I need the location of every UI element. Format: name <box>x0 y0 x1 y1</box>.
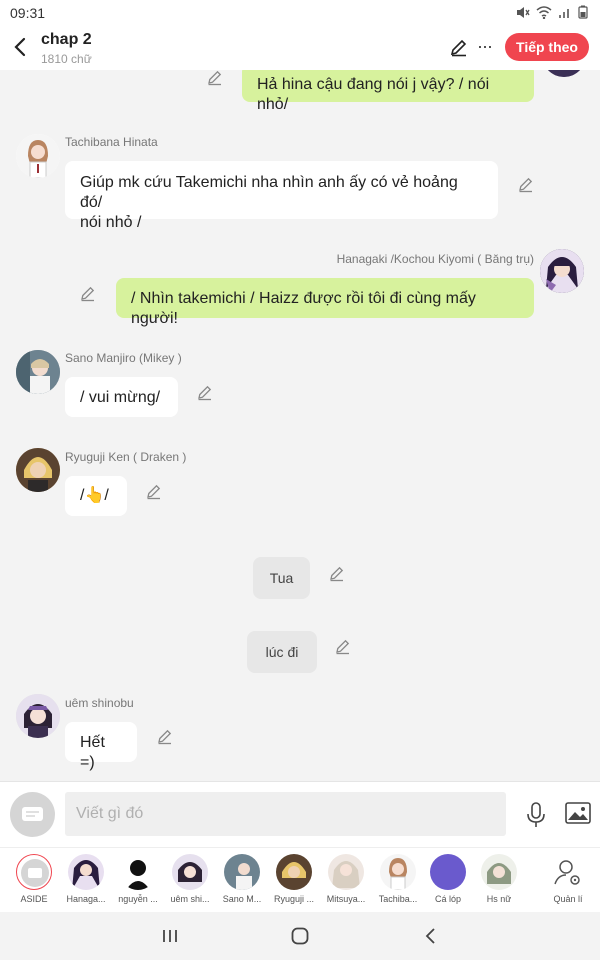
user-settings-icon <box>550 854 586 890</box>
character-avatar <box>276 854 312 890</box>
character-item[interactable]: nguyễn ... <box>111 854 165 904</box>
composer-bar <box>0 781 600 847</box>
message-bubble[interactable]: Giúp mk cứu Takemichi nha nhìn anh ấy có… <box>65 161 498 231</box>
character-item[interactable]: Ryuguji ... <box>267 854 321 904</box>
manage-characters-button[interactable]: Quản lí <box>541 854 595 904</box>
character-label: Mitsuya... <box>326 894 366 904</box>
aside-avatar <box>16 854 52 890</box>
character-avatar <box>120 854 156 890</box>
message-bubble[interactable]: / Nhìn takemichi / Haizz được rồi tôi đi… <box>116 278 534 327</box>
character-label: Sano M... <box>222 894 262 904</box>
status-time: 09:31 <box>10 5 46 21</box>
character-label: Tachiba... <box>378 894 418 904</box>
character-avatar <box>380 854 416 890</box>
character-avatar <box>224 854 260 890</box>
top-bar: chap 2 1810 chữ ··· Tiếp theo <box>0 24 600 70</box>
aside-text: lúc đi <box>265 644 299 660</box>
character-label: Hanaga... <box>66 894 106 904</box>
avatar-mikey[interactable] <box>16 350 60 394</box>
avatar-hanagaki[interactable] <box>540 249 584 293</box>
message-text: /👆/ <box>80 487 109 504</box>
character-label: Ryuguji ... <box>273 894 315 904</box>
image-icon[interactable] <box>565 802 591 824</box>
mute-icon <box>517 6 530 18</box>
word-count: 1810 chữ <box>41 52 92 66</box>
more-icon[interactable]: ··· <box>477 36 493 57</box>
character-label: uêm shi... <box>170 894 210 904</box>
aside-bubble[interactable]: lúc đi <box>247 631 317 673</box>
character-item[interactable]: Tachiba... <box>371 854 425 904</box>
avatar-shinobu[interactable] <box>16 694 60 738</box>
avatar-draken[interactable] <box>16 448 60 492</box>
battery-icon <box>578 5 588 19</box>
character-avatar <box>430 854 466 890</box>
pencil-icon[interactable] <box>79 284 97 302</box>
character-item[interactable]: Hs nữ <box>472 854 526 904</box>
pencil-icon[interactable] <box>334 637 352 655</box>
character-avatar <box>328 854 364 890</box>
chapter-title: chap 2 <box>41 31 92 48</box>
message-text: Hả hina cậu đang nói j vậy? / nói nhỏ/ <box>257 76 490 113</box>
home-icon[interactable] <box>289 925 311 947</box>
pencil-icon[interactable] <box>156 727 174 745</box>
character-label: Hs nữ <box>486 894 512 904</box>
character-item[interactable]: Hanaga... <box>59 854 113 904</box>
character-avatar <box>172 854 208 890</box>
status-icons <box>516 5 588 19</box>
pencil-icon[interactable] <box>206 70 224 86</box>
message-bubble[interactable]: Hết =) <box>65 722 137 771</box>
message-bubble[interactable]: Hả hina cậu đang nói j vậy? / nói nhỏ/ <box>242 70 534 113</box>
sender-name: Tachibana Hinata <box>65 135 158 149</box>
character-avatar <box>481 854 517 890</box>
character-label: ASIDE <box>20 894 48 904</box>
wifi-icon <box>536 5 552 19</box>
sender-name: uêm shinobu <box>65 696 134 710</box>
message-input[interactable] <box>65 792 506 836</box>
status-bar: 09:31 <box>0 0 600 24</box>
character-item[interactable]: Mitsuya... <box>319 854 373 904</box>
message-text: Hết =) <box>80 734 105 771</box>
message-bubble[interactable]: /👆/ <box>65 476 127 516</box>
back-nav-icon[interactable] <box>420 925 442 947</box>
character-label: Cá lóp <box>434 894 461 904</box>
character-avatar <box>68 854 104 890</box>
character-item[interactable]: uêm shi... <box>163 854 217 904</box>
character-item[interactable]: Cá lóp <box>421 854 475 904</box>
sender-name: Ryuguji Ken ( Draken ) <box>65 450 187 464</box>
character-label: nguyễn ... <box>118 894 158 904</box>
chevron-left-icon[interactable] <box>8 34 34 60</box>
character-item[interactable]: Sano M... <box>215 854 269 904</box>
pencil-icon[interactable] <box>196 383 214 401</box>
pencil-icon[interactable] <box>517 175 535 193</box>
pencil-icon[interactable] <box>145 482 163 500</box>
message-bubble[interactable]: / vui mừng/ <box>65 377 178 417</box>
pencil-icon[interactable] <box>449 37 469 57</box>
pencil-icon[interactable] <box>328 564 346 582</box>
sender-name: Hanagaki /Kochou Kiyomi ( Băng trụ) <box>336 252 534 266</box>
avatar-hanagaki-top[interactable] <box>542 70 586 77</box>
sender-name: Sano Manjiro (Mikey ) <box>65 351 182 365</box>
chat-bubble-icon <box>22 807 43 821</box>
message-text: nói nhỏ / <box>80 214 142 231</box>
aside-toggle-button[interactable] <box>10 792 55 837</box>
aside-text: Tua <box>269 570 294 586</box>
next-button[interactable]: Tiếp theo <box>505 33 589 61</box>
character-aside[interactable]: ASIDE <box>7 854 61 904</box>
character-bar: ASIDE Hanaga... nguyễn ... uêm shi... Sa… <box>0 847 600 912</box>
message-text: Giúp mk cứu Takemichi nha nhìn anh ấy có… <box>80 174 458 211</box>
message-text: / vui mừng/ <box>80 389 161 406</box>
recent-apps-icon[interactable] <box>159 925 181 947</box>
avatar-tachibana[interactable] <box>16 134 60 178</box>
message-text: / Nhìn takemichi / Haizz được rồi tôi đi… <box>131 290 476 327</box>
aside-bubble[interactable]: Tua <box>253 557 310 599</box>
system-nav-bar <box>0 912 600 960</box>
chat-area: Hả hina cậu đang nói j vậy? / nói nhỏ/ T… <box>0 70 600 781</box>
character-label: Quản lí <box>553 894 583 904</box>
mic-icon[interactable] <box>526 802 546 828</box>
signal-icon <box>559 8 569 18</box>
